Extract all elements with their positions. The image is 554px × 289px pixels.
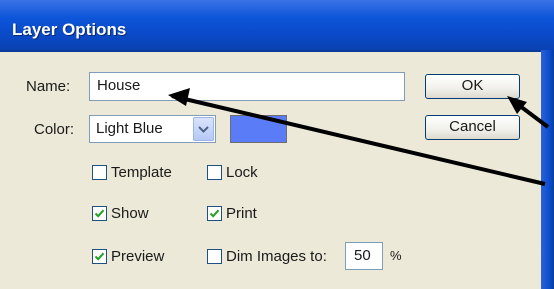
arrow-head-name-field <box>168 88 190 106</box>
arrow-to-name-field <box>171 94 546 186</box>
annotation-arrows <box>168 88 550 186</box>
